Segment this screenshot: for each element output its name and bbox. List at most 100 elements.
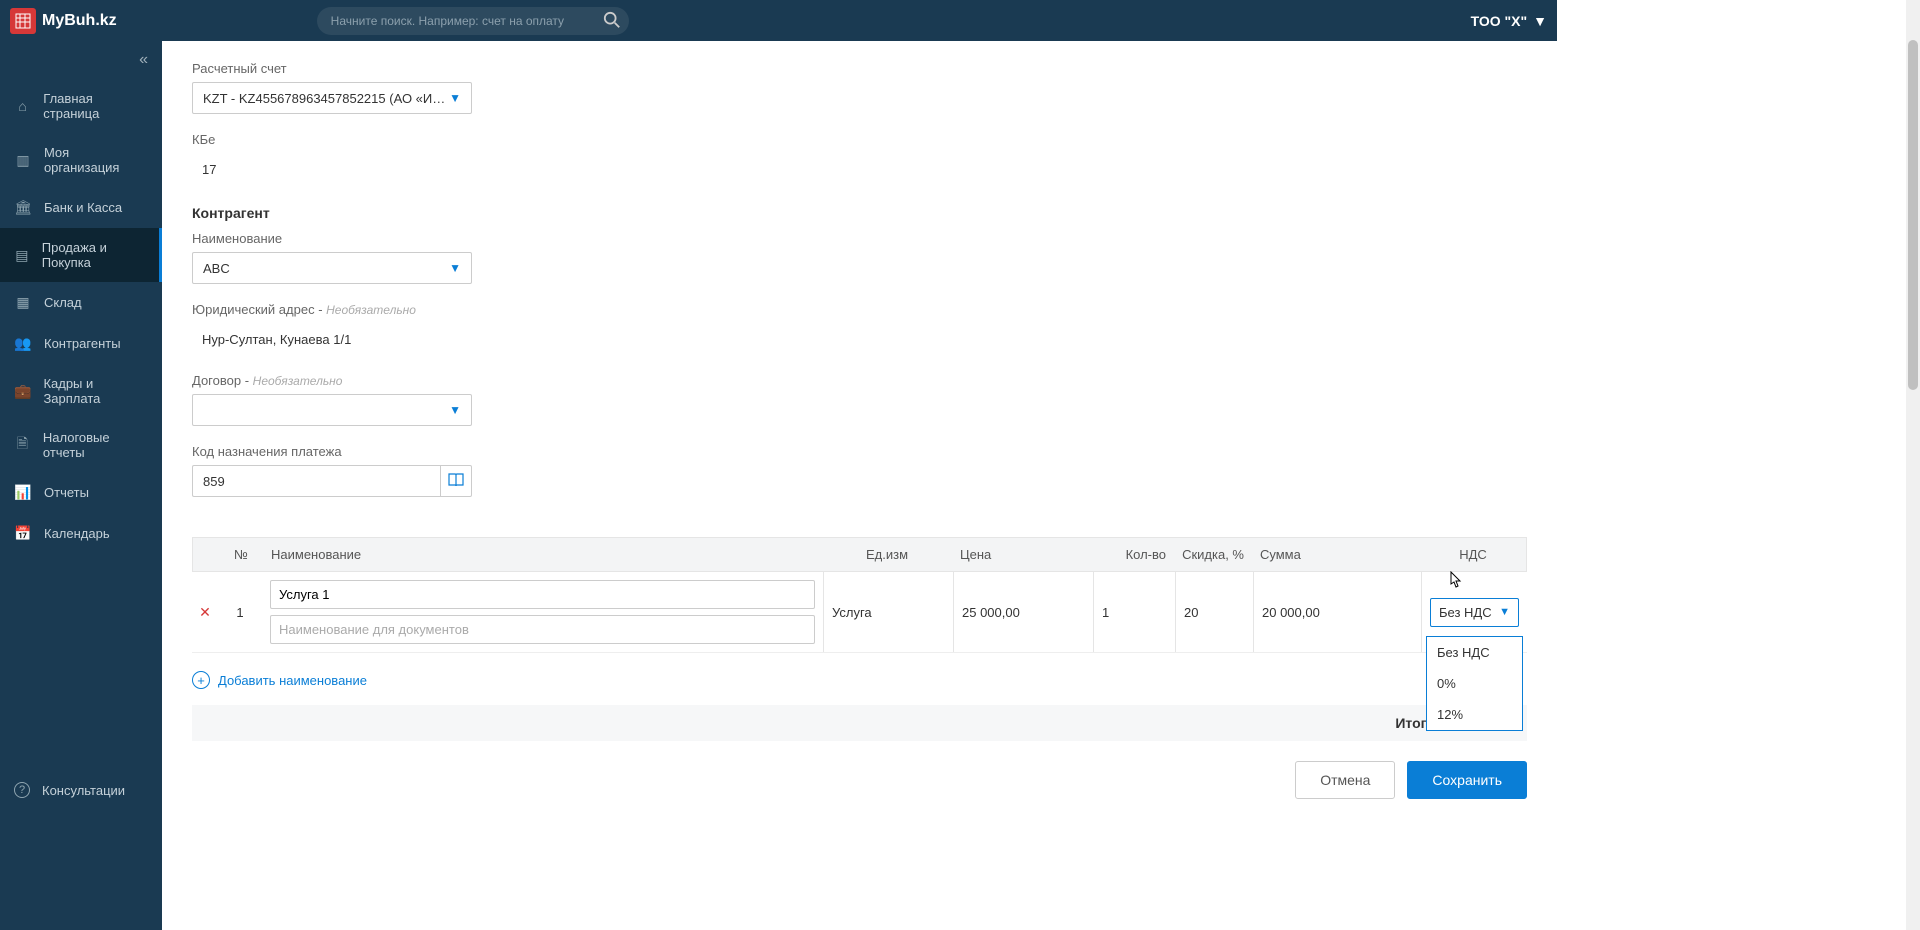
col-qty: Кол-во [1092, 538, 1174, 571]
row-qty[interactable]: 1 [1093, 572, 1175, 652]
paycode-lookup-button[interactable] [440, 465, 472, 497]
row-disc[interactable]: 20 [1175, 572, 1253, 652]
sidebar-item-label: Склад [44, 295, 82, 310]
account-select[interactable]: KZT - KZ455678963457852215 (АО «Исламск…… [192, 82, 472, 114]
col-sum: Сумма [1252, 538, 1420, 571]
chevron-down-icon: ▼ [449, 403, 461, 417]
paycode-label: Код назначения платежа [192, 444, 472, 459]
search-wrapper [317, 7, 629, 35]
contract-label: Договор - Необязательно [192, 373, 472, 388]
app-logo[interactable]: MyBuh.kz [10, 8, 117, 34]
col-disc: Скидка, % [1174, 538, 1252, 571]
sidebar-item-hr[interactable]: 💼 Кадры и Зарплата [0, 364, 162, 418]
sidebar-item-label: Налоговые отчеты [43, 430, 148, 460]
col-price: Цена [952, 538, 1092, 571]
kbe-label: КБе [192, 132, 472, 147]
delete-row-button[interactable]: ✕ [199, 604, 211, 621]
paycode-input[interactable]: 859 [192, 465, 440, 497]
section-contragent-title: Контрагент [192, 205, 1527, 221]
contract-select[interactable]: ▼ [192, 394, 472, 426]
sidebar-item-label: Отчеты [44, 485, 89, 500]
invoice-icon: ▤ [14, 247, 30, 264]
sidebar-item-calendar[interactable]: 📅 Календарь [0, 513, 162, 554]
book-icon [448, 473, 464, 490]
add-row-button[interactable]: + Добавить наименование [192, 671, 1527, 689]
sidebar-collapse-button[interactable]: « [0, 41, 162, 79]
chevron-down-icon: ▼ [1533, 13, 1547, 29]
sidebar: « ⌂ Главная страница ▥ Моя организация 🏛… [0, 41, 162, 930]
cancel-button[interactable]: Отмена [1295, 761, 1395, 799]
sidebar-item-label: Контрагенты [44, 336, 121, 351]
sidebar-item-label: Банк и Касса [44, 200, 122, 215]
table-row: ✕ 1 Услуга 25 000,00 1 20 20 000,00 Без … [192, 572, 1527, 653]
contragent-name-label: Наименование [192, 231, 472, 246]
app-name: MyBuh.kz [42, 12, 117, 30]
sidebar-item-reports[interactable]: 📊 Отчеты [0, 472, 162, 513]
total-row: Итого 20 000,00 [192, 705, 1527, 741]
scrollbar-thumb[interactable] [1908, 40, 1918, 390]
plus-icon: + [192, 671, 210, 689]
form-actions: Отмена Сохранить [192, 761, 1527, 799]
sidebar-item-label: Календарь [44, 526, 110, 541]
kbe-value: 17 [192, 153, 472, 185]
search-icon[interactable] [603, 11, 621, 32]
search-input[interactable] [317, 7, 629, 35]
add-row-label: Добавить наименование [218, 673, 367, 688]
sidebar-item-tax[interactable]: 🗎 Налоговые отчеты [0, 418, 162, 472]
main-content: Расчетный счет KZT - KZ45567896345785221… [162, 41, 1557, 930]
sidebar-item-label: Консультации [42, 783, 125, 798]
vat-select[interactable]: Без НДС ▼ [1430, 598, 1519, 627]
row-num: 1 [218, 572, 262, 652]
org-name: ТОО "X" [1471, 13, 1528, 29]
sidebar-item-label: Продажа и Покупка [42, 240, 145, 270]
sidebar-item-label: Кадры и Зарплата [43, 376, 148, 406]
col-num: № [219, 538, 263, 571]
chevron-down-icon: ▼ [449, 261, 461, 275]
chart-icon: 📊 [14, 484, 32, 501]
col-name: Наименование [263, 538, 822, 571]
logo-icon [10, 8, 36, 34]
paycode-value: 859 [203, 474, 225, 489]
chevron-down-icon: ▼ [449, 91, 461, 105]
row-unit[interactable]: Услуга [823, 572, 953, 652]
sidebar-item-label: Моя организация [44, 145, 148, 175]
contragent-name-select[interactable]: ABC ▼ [192, 252, 472, 284]
contragent-name-value: ABC [203, 261, 230, 276]
briefcase-icon: 💼 [14, 383, 31, 400]
org-selector[interactable]: ТОО "X" ▼ [1471, 13, 1547, 29]
cursor-icon [1446, 571, 1462, 591]
vat-option[interactable]: 12% [1427, 699, 1522, 730]
home-icon: ⌂ [14, 98, 31, 114]
row-name-input[interactable] [270, 580, 815, 609]
chevron-down-icon: ▼ [1499, 606, 1510, 618]
table-header: № Наименование Ед.изм Цена Кол-во Скидка… [192, 537, 1527, 572]
sidebar-item-sales[interactable]: ▤ Продажа и Покупка [0, 228, 162, 282]
bank-icon: 🏛 [14, 199, 32, 216]
sidebar-nav: ⌂ Главная страница ▥ Моя организация 🏛 Б… [0, 79, 162, 554]
row-price[interactable]: 25 000,00 [953, 572, 1093, 652]
vat-dropdown: Без НДС 0% 12% [1426, 636, 1523, 731]
save-button[interactable]: Сохранить [1407, 761, 1527, 799]
vat-value: Без НДС [1439, 605, 1492, 620]
vat-option[interactable]: Без НДС [1427, 637, 1522, 668]
sidebar-item-contragents[interactable]: 👥 Контрагенты [0, 323, 162, 364]
sidebar-item-warehouse[interactable]: ▦ Склад [0, 282, 162, 323]
col-vat: НДС [1420, 538, 1526, 571]
people-icon: 👥 [14, 335, 32, 352]
account-label: Расчетный счет [192, 61, 472, 76]
sidebar-item-home[interactable]: ⌂ Главная страница [0, 79, 162, 133]
sidebar-item-bank[interactable]: 🏛 Банк и Касса [0, 187, 162, 228]
row-docname-input[interactable] [270, 615, 815, 644]
vat-option[interactable]: 0% [1427, 668, 1522, 699]
account-value: KZT - KZ455678963457852215 (АО «Исламск… [203, 91, 449, 106]
sidebar-item-help[interactable]: ? Консультации [0, 770, 162, 810]
items-table: № Наименование Ед.изм Цена Кол-во Скидка… [192, 537, 1527, 653]
address-value: Нур-Султан, Кунаева 1/1 [192, 323, 472, 355]
warehouse-icon: ▦ [14, 294, 32, 311]
sidebar-item-org[interactable]: ▥ Моя организация [0, 133, 162, 187]
sidebar-item-label: Главная страница [43, 91, 148, 121]
scrollbar[interactable] [1906, 0, 1920, 930]
document-icon: 🗎 [14, 433, 31, 457]
col-unit: Ед.изм [822, 538, 952, 571]
address-label: Юридический адрес - Необязательно [192, 302, 472, 317]
